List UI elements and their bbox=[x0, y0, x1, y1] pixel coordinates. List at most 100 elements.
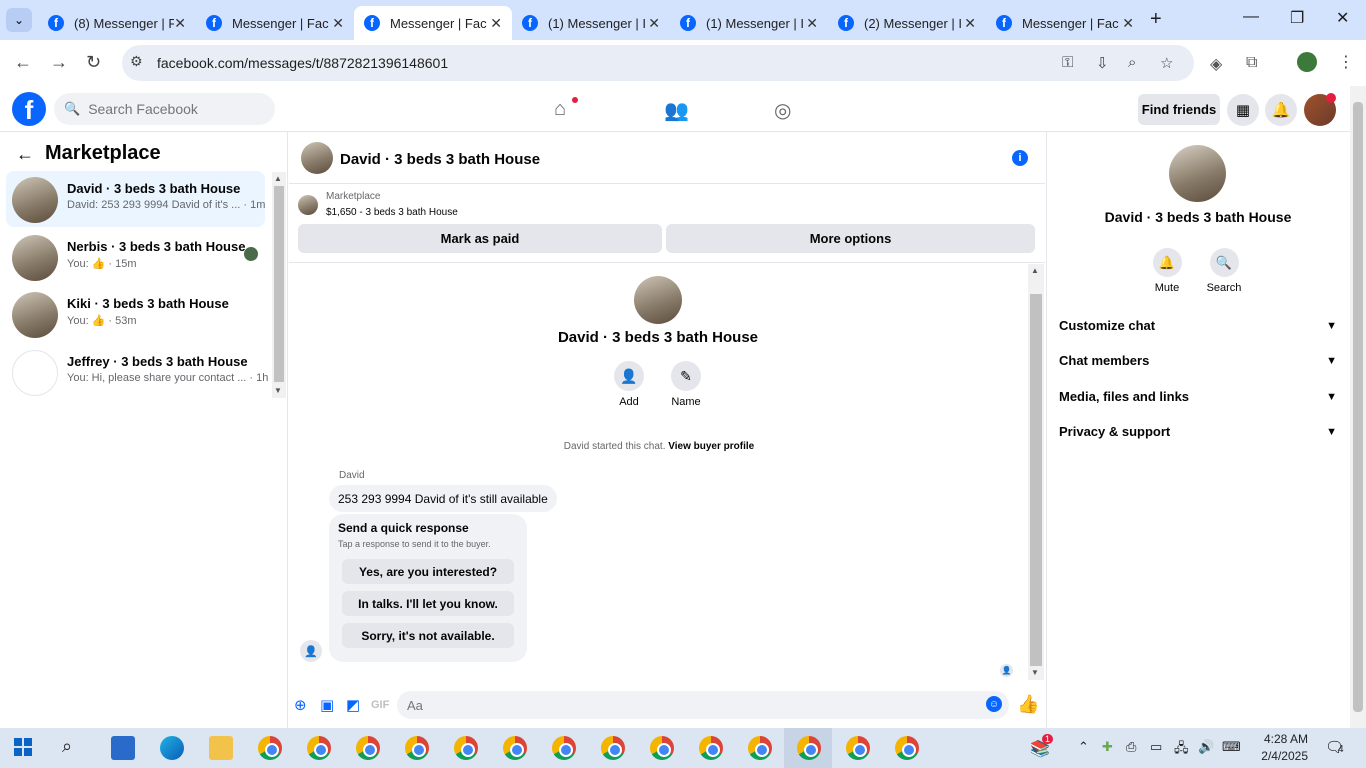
conversation-item[interactable]: David · 3 beds 3 bath House David: 253 2… bbox=[6, 171, 265, 227]
chat-header-name[interactable]: David · 3 beds 3 bath House bbox=[340, 151, 540, 168]
scroll-down-icon[interactable]: ▼ bbox=[274, 386, 282, 395]
mute-button[interactable]: 🔔 Mute bbox=[1142, 248, 1192, 294]
chrome-icon[interactable] bbox=[258, 736, 282, 760]
photo-icon[interactable]: ▣ bbox=[320, 696, 334, 714]
system-clock[interactable]: 4:28 AM 2/4/2025 bbox=[1256, 731, 1308, 765]
browser-tab[interactable]: f Messenger | Fac ✕ bbox=[196, 6, 354, 40]
chrome-icon[interactable] bbox=[454, 736, 478, 760]
groups-icon[interactable]: ◎ bbox=[774, 98, 791, 123]
browser-tab[interactable]: f (1) Messenger | I ✕ bbox=[670, 6, 828, 40]
plus-circle-icon[interactable]: ⊕ bbox=[294, 696, 307, 714]
zoom-icon[interactable]: ⌕ bbox=[1128, 54, 1136, 71]
chrome-icon[interactable] bbox=[356, 736, 380, 760]
bookmark-star-icon[interactable]: ☆ bbox=[1160, 54, 1173, 72]
back-arrow-icon[interactable]: ← bbox=[16, 144, 34, 165]
menu-grid-icon[interactable]: ▦ bbox=[1227, 94, 1259, 126]
close-tab-icon[interactable]: ✕ bbox=[648, 15, 660, 32]
keyboard-icon[interactable]: ⌨ bbox=[1222, 739, 1241, 755]
chrome-icon[interactable] bbox=[699, 736, 723, 760]
tab-search-button[interactable]: ⌄ bbox=[6, 8, 32, 32]
search-icon[interactable]: ⌕ bbox=[62, 736, 72, 757]
facebook-search-box[interactable]: 🔍 bbox=[54, 93, 275, 125]
mark-as-paid-button[interactable]: Mark as paid bbox=[298, 224, 662, 253]
edit-name-button[interactable]: ✎ Name bbox=[656, 361, 716, 408]
chrome-profile-avatar[interactable] bbox=[1297, 52, 1317, 72]
home-icon[interactable]: ⌂ bbox=[554, 98, 566, 121]
scroll-up-icon[interactable]: ▲ bbox=[274, 174, 282, 183]
chrome-icon[interactable] bbox=[405, 736, 429, 760]
close-tab-icon[interactable]: ✕ bbox=[332, 15, 344, 32]
browser-tab[interactable]: f (1) Messenger | I ✕ bbox=[512, 6, 670, 40]
close-tab-icon[interactable]: ✕ bbox=[1122, 15, 1134, 32]
media-files-section[interactable]: Media, files and links ▼ bbox=[1059, 389, 1337, 404]
browser-tab-active[interactable]: f Messenger | Fac ✕ bbox=[354, 6, 512, 40]
site-settings-icon[interactable]: ⚙ bbox=[130, 53, 143, 70]
extension-cube-icon[interactable]: ◈ bbox=[1210, 54, 1222, 74]
friends-icon[interactable]: 👥 bbox=[664, 98, 689, 123]
install-app-icon[interactable]: ⇩ bbox=[1096, 54, 1109, 72]
chrome-icon[interactable] bbox=[895, 736, 919, 760]
volume-icon[interactable]: 🔊 bbox=[1198, 739, 1214, 755]
url-text[interactable]: facebook.com/messages/t/8872821396148601 bbox=[157, 55, 448, 71]
chrome-icon[interactable] bbox=[552, 736, 576, 760]
scrollbar-thumb[interactable] bbox=[274, 186, 284, 382]
browser-tab[interactable]: f (8) Messenger | F ✕ bbox=[38, 6, 196, 40]
scrollbar-thumb[interactable] bbox=[1030, 294, 1042, 666]
privacy-support-section[interactable]: Privacy & support ▼ bbox=[1059, 424, 1337, 439]
scroll-up-icon[interactable]: ▲ bbox=[1031, 266, 1039, 275]
file-explorer-icon[interactable] bbox=[209, 736, 233, 760]
chrome-icon[interactable] bbox=[307, 736, 331, 760]
back-arrow-icon[interactable]: ← bbox=[14, 52, 32, 73]
thumbs-up-icon[interactable]: 👍 bbox=[1017, 694, 1039, 715]
restore-icon[interactable]: ❐ bbox=[1290, 8, 1304, 28]
chrome-menu-icon[interactable]: ⋮ bbox=[1338, 52, 1354, 72]
chrome-icon[interactable] bbox=[601, 736, 625, 760]
gif-icon[interactable]: GIF bbox=[371, 699, 389, 711]
close-tab-icon[interactable]: ✕ bbox=[964, 15, 976, 32]
facebook-logo[interactable]: f bbox=[12, 92, 46, 126]
sticker-icon[interactable]: ◩ bbox=[346, 696, 360, 714]
quick-reply-button[interactable]: Sorry, it's not available. bbox=[342, 623, 514, 648]
password-key-icon[interactable]: ⚿ bbox=[1062, 54, 1073, 71]
view-buyer-profile-link[interactable]: View buyer profile bbox=[668, 441, 754, 452]
quick-reply-button[interactable]: Yes, are you interested? bbox=[342, 559, 514, 584]
message-scrollbar[interactable]: ▲ ▼ bbox=[1028, 264, 1044, 680]
listing-price[interactable]: $1,650 - 3 beds 3 bath House bbox=[326, 207, 458, 218]
chrome-icon[interactable] bbox=[748, 736, 772, 760]
message-input[interactable] bbox=[397, 691, 1009, 719]
shield-icon[interactable]: ✚ bbox=[1102, 739, 1113, 755]
listing-thumbnail[interactable] bbox=[298, 195, 318, 215]
minimize-icon[interactable]: — bbox=[1243, 8, 1259, 26]
quick-reply-button[interactable]: In talks. I'll let you know. bbox=[342, 591, 514, 616]
reload-icon[interactable]: ↻ bbox=[86, 52, 101, 73]
conversation-list-scrollbar[interactable]: ▲ ▼ bbox=[272, 172, 286, 398]
camera-icon[interactable]: ⎙ bbox=[1126, 739, 1136, 755]
search-chat-button[interactable]: 🔍 Search bbox=[1199, 248, 1249, 294]
page-scrollbar-thumb[interactable] bbox=[1353, 102, 1363, 712]
conversation-item[interactable]: Kiki · 3 beds 3 bath House You: 👍 · 53m bbox=[6, 286, 265, 342]
conversation-item[interactable]: Jeffrey · 3 beds 3 bath House You: Hi, p… bbox=[6, 344, 268, 400]
browser-tab[interactable]: f Messenger | Fac ✕ bbox=[986, 6, 1144, 40]
new-tab-button[interactable]: + bbox=[1150, 8, 1162, 31]
facebook-search-input[interactable] bbox=[88, 101, 259, 117]
battery-icon[interactable]: ▭ bbox=[1150, 739, 1162, 755]
close-tab-icon[interactable]: ✕ bbox=[806, 15, 818, 32]
buyer-avatar[interactable] bbox=[634, 276, 682, 324]
notifications-bell-icon[interactable]: 🔔 bbox=[1265, 94, 1297, 126]
chrome-icon[interactable] bbox=[650, 736, 674, 760]
info-icon[interactable]: i bbox=[1012, 150, 1028, 166]
edge-icon[interactable] bbox=[160, 736, 184, 760]
chat-members-section[interactable]: Chat members ▼ bbox=[1059, 353, 1337, 368]
more-options-button[interactable]: More options bbox=[666, 224, 1035, 253]
close-tab-icon[interactable]: ✕ bbox=[490, 15, 502, 32]
details-avatar[interactable] bbox=[1169, 145, 1226, 202]
chevron-up-icon[interactable]: ⌃ bbox=[1078, 739, 1089, 755]
close-tab-icon[interactable]: ✕ bbox=[174, 15, 186, 32]
page-scrollbar[interactable] bbox=[1350, 86, 1366, 728]
chrome-icon[interactable] bbox=[846, 736, 870, 760]
network-icon[interactable]: 🖧 bbox=[1174, 739, 1189, 761]
chrome-icon[interactable] bbox=[503, 736, 527, 760]
add-people-button[interactable]: 👤 Add bbox=[599, 361, 659, 408]
windows-start-icon[interactable] bbox=[14, 738, 32, 756]
customize-chat-section[interactable]: Customize chat ▼ bbox=[1059, 318, 1337, 333]
